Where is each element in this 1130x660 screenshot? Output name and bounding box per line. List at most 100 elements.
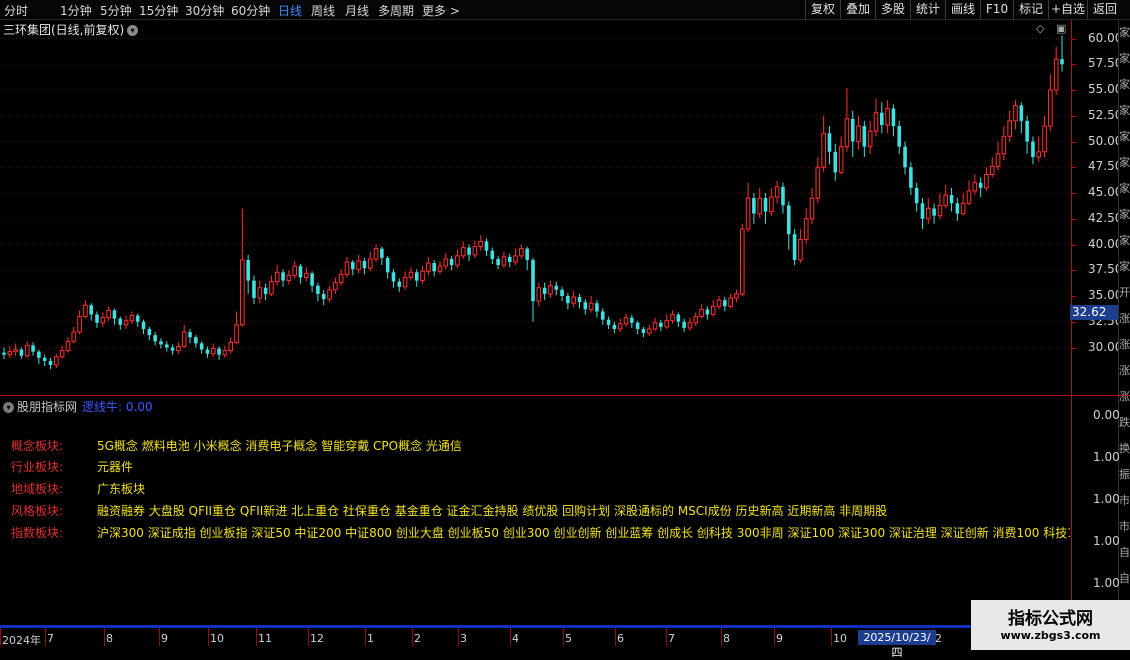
candle[interactable] bbox=[170, 344, 175, 355]
candle[interactable] bbox=[752, 193, 756, 224]
diamond-icon[interactable]: ◇ bbox=[1036, 22, 1044, 35]
candle[interactable] bbox=[856, 115, 861, 150]
candle[interactable] bbox=[234, 311, 239, 345]
chevron-down-icon[interactable]: ▾ bbox=[127, 25, 139, 36]
candle[interactable] bbox=[2, 347, 6, 359]
candle[interactable] bbox=[13, 343, 18, 356]
candle[interactable] bbox=[519, 244, 524, 259]
candle[interactable] bbox=[1001, 126, 1007, 161]
candle[interactable] bbox=[298, 264, 303, 284]
candle[interactable] bbox=[734, 289, 739, 303]
candle[interactable] bbox=[408, 267, 414, 281]
candle[interactable] bbox=[932, 203, 936, 224]
candle[interactable] bbox=[228, 337, 234, 354]
candle[interactable] bbox=[1042, 115, 1047, 157]
candle[interactable] bbox=[274, 265, 280, 286]
candle[interactable] bbox=[263, 283, 268, 301]
candle[interactable] bbox=[37, 349, 41, 364]
back-button[interactable]: 返回 bbox=[1087, 0, 1122, 19]
candle[interactable] bbox=[815, 156, 821, 204]
period-tab-monthly[interactable]: 月线 bbox=[345, 2, 369, 19]
candle[interactable] bbox=[757, 187, 763, 218]
candle[interactable] bbox=[1060, 35, 1064, 72]
candle[interactable] bbox=[19, 347, 24, 359]
candle[interactable] bbox=[739, 223, 745, 296]
candle[interactable] bbox=[443, 252, 449, 270]
candle[interactable] bbox=[1013, 100, 1018, 130]
candle[interactable] bbox=[316, 282, 320, 302]
candle[interactable] bbox=[217, 346, 221, 360]
candle[interactable] bbox=[723, 297, 727, 312]
candlestick-chart[interactable] bbox=[0, 20, 1071, 395]
candle[interactable] bbox=[176, 342, 181, 354]
candle[interactable] bbox=[914, 182, 919, 212]
candle[interactable] bbox=[188, 328, 192, 344]
pane-divider[interactable] bbox=[0, 395, 1130, 396]
candle[interactable] bbox=[728, 293, 733, 309]
candle[interactable] bbox=[385, 255, 390, 279]
period-tab-1min[interactable]: 1分钟 bbox=[60, 2, 92, 19]
candle[interactable] bbox=[937, 193, 943, 219]
candle[interactable] bbox=[303, 267, 309, 282]
candle[interactable] bbox=[984, 167, 989, 191]
candle[interactable] bbox=[112, 308, 117, 325]
candle[interactable] bbox=[1007, 110, 1012, 142]
candle[interactable] bbox=[897, 120, 902, 154]
draw-line-button[interactable]: 画线 bbox=[945, 0, 980, 19]
period-tab-30min[interactable]: 30分钟 bbox=[185, 2, 224, 19]
candle[interactable] bbox=[920, 198, 925, 230]
candle[interactable] bbox=[925, 198, 931, 224]
candle[interactable] bbox=[1019, 102, 1024, 134]
candle[interactable] bbox=[745, 182, 751, 233]
candle[interactable] bbox=[257, 280, 263, 304]
candle[interactable] bbox=[286, 270, 292, 285]
candle[interactable] bbox=[496, 255, 500, 270]
candle[interactable] bbox=[321, 289, 326, 306]
candle[interactable] bbox=[1036, 136, 1042, 163]
candle[interactable] bbox=[338, 269, 344, 286]
candle[interactable] bbox=[600, 308, 605, 325]
candle[interactable] bbox=[693, 312, 699, 326]
candle[interactable] bbox=[560, 286, 564, 302]
candle[interactable] bbox=[850, 110, 855, 157]
candle[interactable] bbox=[95, 311, 99, 328]
candle[interactable] bbox=[380, 246, 384, 266]
f10-button[interactable]: F10 bbox=[980, 0, 1013, 19]
candle[interactable] bbox=[873, 98, 879, 137]
candle[interactable] bbox=[65, 337, 71, 353]
period-tab-60min[interactable]: 60分钟 bbox=[231, 2, 270, 19]
candle[interactable] bbox=[588, 296, 594, 313]
candle[interactable] bbox=[664, 314, 670, 329]
candle[interactable] bbox=[1025, 115, 1029, 154]
candle[interactable] bbox=[786, 201, 791, 250]
candle[interactable] bbox=[373, 244, 379, 263]
candle[interactable] bbox=[838, 136, 844, 175]
candle[interactable] bbox=[123, 315, 129, 329]
candle[interactable] bbox=[798, 229, 803, 264]
overlay-button[interactable]: 叠加 bbox=[840, 0, 875, 19]
candle[interactable] bbox=[989, 156, 995, 178]
candle[interactable] bbox=[774, 180, 780, 204]
candle[interactable] bbox=[827, 126, 832, 165]
candle[interactable] bbox=[135, 313, 140, 327]
candle[interactable] bbox=[327, 285, 332, 303]
candle[interactable] bbox=[536, 282, 542, 307]
candle[interactable] bbox=[670, 310, 675, 324]
candle[interactable] bbox=[210, 343, 216, 357]
period-tab-5min[interactable]: 5分钟 bbox=[100, 2, 132, 19]
candle[interactable] bbox=[809, 187, 815, 224]
candle[interactable] bbox=[129, 311, 135, 324]
candle[interactable] bbox=[269, 275, 274, 296]
candle[interactable] bbox=[531, 257, 535, 322]
candle[interactable] bbox=[118, 316, 123, 330]
chevron-down-icon[interactable]: ▾ bbox=[3, 402, 14, 413]
candle[interactable] bbox=[222, 345, 228, 358]
candle[interactable] bbox=[542, 282, 547, 301]
candle[interactable] bbox=[54, 353, 59, 369]
mark-button[interactable]: 标记 bbox=[1013, 0, 1048, 19]
candle[interactable] bbox=[199, 341, 204, 354]
candle[interactable] bbox=[606, 316, 611, 329]
candle[interactable] bbox=[106, 306, 111, 321]
candle[interactable] bbox=[350, 259, 355, 276]
candle[interactable] bbox=[31, 342, 35, 356]
